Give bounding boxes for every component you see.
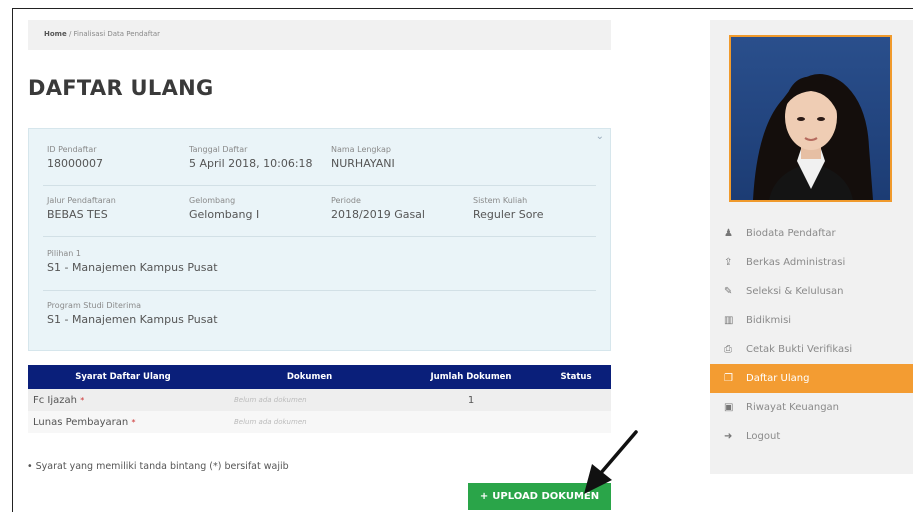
breadcrumb-current: Finalisasi Data Pendaftar	[73, 30, 161, 38]
page-title: DAFTAR ULANG	[28, 76, 214, 100]
field-id-pendaftar: ID Pendaftar 18000007	[47, 145, 103, 171]
field-value: Reguler Sore	[473, 208, 544, 221]
breadcrumb-home-link[interactable]: Home	[44, 30, 67, 38]
document-cell: Belum ada dokumen	[218, 389, 401, 411]
field-jalur-pendaftaran: Jalur Pendaftaran BEBAS TES	[47, 196, 116, 222]
sidebar-item-daftar-ulang[interactable]: ❐ Daftar Ulang	[710, 364, 913, 393]
sidebar-item-logout[interactable]: ➜ Logout	[710, 422, 913, 451]
requirement-name: Lunas Pembayaran *	[28, 411, 218, 433]
sidebar-item-riwayat[interactable]: ▣ Riwayat Keuangan	[710, 393, 913, 422]
frame-top-border	[12, 8, 913, 9]
avatar-icon	[753, 74, 873, 200]
sidebar: ♟ Biodata Pendaftar ⇪ Berkas Administrasi …	[710, 20, 913, 474]
required-star: *	[131, 417, 136, 427]
document-count-cell	[401, 411, 541, 433]
field-program-studi: Program Studi Diterima S1 - Manajemen Ka…	[47, 301, 218, 327]
field-label: Pilihan 1	[47, 249, 81, 258]
sidebar-item-label: Berkas Administrasi	[746, 257, 846, 268]
sidebar-item-label: Cetak Bukti Verifikasi	[746, 344, 853, 355]
copy-icon: ❐	[724, 373, 733, 384]
edit-icon: ✎	[724, 286, 733, 297]
field-value: NURHAYANI	[331, 157, 395, 170]
field-label: ID Pendaftar	[47, 145, 97, 154]
requirement-label: Lunas Pembayaran	[33, 416, 129, 428]
field-value: BEBAS TES	[47, 208, 108, 221]
column-header-dokumen: Dokumen	[218, 365, 401, 389]
sidebar-menu: ♟ Biodata Pendaftar ⇪ Berkas Administrasi …	[710, 219, 913, 451]
column-header-jumlah: Jumlah Dokumen	[401, 365, 541, 389]
field-value: 18000007	[47, 157, 103, 170]
required-star: *	[80, 395, 85, 405]
required-note: • Syarat yang memiliki tanda bintang (*)…	[27, 461, 289, 472]
requirement-name: Fc Ijazah *	[28, 389, 218, 411]
column-header-status: Status	[541, 365, 611, 389]
required-note-text: Syarat yang memiliki tanda bintang (*) b…	[35, 461, 289, 472]
user-icon: ♟	[724, 228, 733, 239]
sidebar-item-label: Bidikmisi	[746, 315, 792, 326]
field-label: Nama Lengkap	[331, 145, 391, 154]
frame-left-border	[12, 8, 13, 512]
sidebar-item-biodata[interactable]: ♟ Biodata Pendaftar	[710, 219, 913, 248]
sidebar-item-label: Logout	[746, 431, 781, 442]
money-icon: ▣	[724, 402, 734, 413]
plus-icon: +	[479, 491, 489, 502]
field-periode: Periode 2018/2019 Gasal	[331, 196, 425, 222]
sidebar-item-seleksi[interactable]: ✎ Seleksi & Kelulusan	[710, 277, 913, 306]
table-row[interactable]: Lunas Pembayaran * Belum ada dokumen	[28, 411, 611, 433]
field-tanggal-daftar: Tanggal Daftar 5 April 2018, 10:06:18	[189, 145, 313, 171]
chevron-down-icon[interactable]: ⌄	[596, 131, 604, 142]
profile-photo	[729, 35, 892, 202]
bank-icon: ▥	[724, 315, 734, 326]
sidebar-item-cetak[interactable]: ⎙ Cetak Bukti Verifikasi	[710, 335, 913, 364]
field-value: 2018/2019 Gasal	[331, 208, 425, 221]
breadcrumb: Home / Finalisasi Data Pendaftar	[28, 20, 611, 50]
requirement-label: Fc Ijazah	[33, 394, 77, 406]
table-row[interactable]: Fc Ijazah * Belum ada dokumen 1	[28, 389, 611, 411]
registrant-info-panel: ⌄ ID Pendaftar 18000007 Tanggal Daftar 5…	[28, 128, 611, 351]
field-value: S1 - Manajemen Kampus Pusat	[47, 313, 218, 326]
info-row-3: Pilihan 1 S1 - Manajemen Kampus Pusat	[43, 249, 596, 291]
sidebar-item-bidikmisi[interactable]: ▥ Bidikmisi	[710, 306, 913, 335]
sidebar-item-label: Seleksi & Kelulusan	[746, 286, 844, 297]
field-sistem-kuliah: Sistem Kuliah Reguler Sore	[473, 196, 543, 222]
print-icon: ⎙	[724, 344, 732, 355]
sidebar-item-label: Biodata Pendaftar	[746, 228, 836, 239]
column-header-syarat: Syarat Daftar Ulang	[28, 365, 218, 389]
field-value: 5 April 2018, 10:06:18	[189, 157, 313, 170]
info-row-2: Jalur Pendaftaran BEBAS TES Gelombang Ge…	[43, 196, 596, 237]
upload-icon: ⇪	[724, 257, 733, 268]
info-row-1: ID Pendaftar 18000007 Tanggal Daftar 5 A…	[43, 145, 596, 186]
field-label: Gelombang	[189, 196, 236, 205]
logout-icon: ➜	[724, 431, 733, 442]
annotation-arrow-icon	[584, 430, 638, 494]
field-nama-lengkap: Nama Lengkap NURHAYANI	[331, 145, 395, 171]
field-value: Gelombang I	[189, 208, 260, 221]
info-row-4: Program Studi Diterima S1 - Manajemen Ka…	[43, 301, 596, 341]
requirements-table: Syarat Daftar Ulang Dokumen Jumlah Dokum…	[28, 365, 611, 433]
field-label: Periode	[331, 196, 361, 205]
sidebar-item-label: Riwayat Keuangan	[746, 402, 840, 413]
status-cell	[541, 389, 611, 411]
document-count-cell: 1	[401, 389, 541, 411]
field-label: Tanggal Daftar	[189, 145, 248, 154]
field-pilihan-1: Pilihan 1 S1 - Manajemen Kampus Pusat	[47, 249, 218, 275]
field-value: S1 - Manajemen Kampus Pusat	[47, 261, 218, 274]
field-gelombang: Gelombang Gelombang I	[189, 196, 259, 222]
document-cell: Belum ada dokumen	[218, 411, 401, 433]
breadcrumb-separator: /	[66, 30, 74, 38]
sidebar-item-label: Daftar Ulang	[746, 373, 810, 384]
sidebar-item-berkas[interactable]: ⇪ Berkas Administrasi	[710, 248, 913, 277]
field-label: Jalur Pendaftaran	[47, 196, 116, 205]
field-label: Sistem Kuliah	[473, 196, 528, 205]
field-label: Program Studi Diterima	[47, 301, 142, 310]
table-header-row: Syarat Daftar Ulang Dokumen Jumlah Dokum…	[28, 365, 611, 389]
